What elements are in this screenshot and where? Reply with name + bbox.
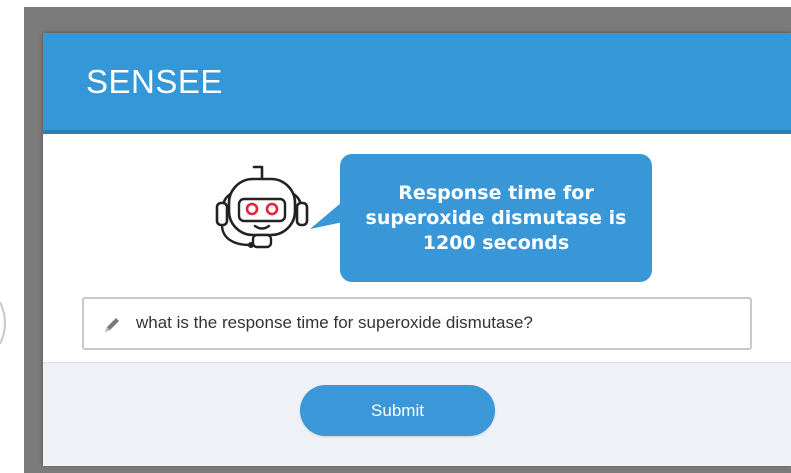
app-title: SENSEE	[86, 63, 223, 100]
chat-panel: SENSEE Response time for superoxide dism…	[43, 33, 791, 466]
query-input-value[interactable]: what is the response time for superoxide…	[136, 313, 533, 333]
partial-edge-glyph	[0, 301, 6, 345]
pencil-icon	[105, 318, 119, 332]
query-input[interactable]: what is the response time for superoxide…	[82, 297, 752, 350]
submit-button[interactable]: Submit	[300, 385, 495, 436]
robot-with-headset-icon	[215, 165, 309, 249]
assistant-response-bubble: Response time for superoxide dismutase i…	[340, 154, 652, 282]
app-header: SENSEE	[43, 33, 791, 134]
assistant-response-text: Response time for superoxide dismutase i…	[365, 181, 627, 254]
